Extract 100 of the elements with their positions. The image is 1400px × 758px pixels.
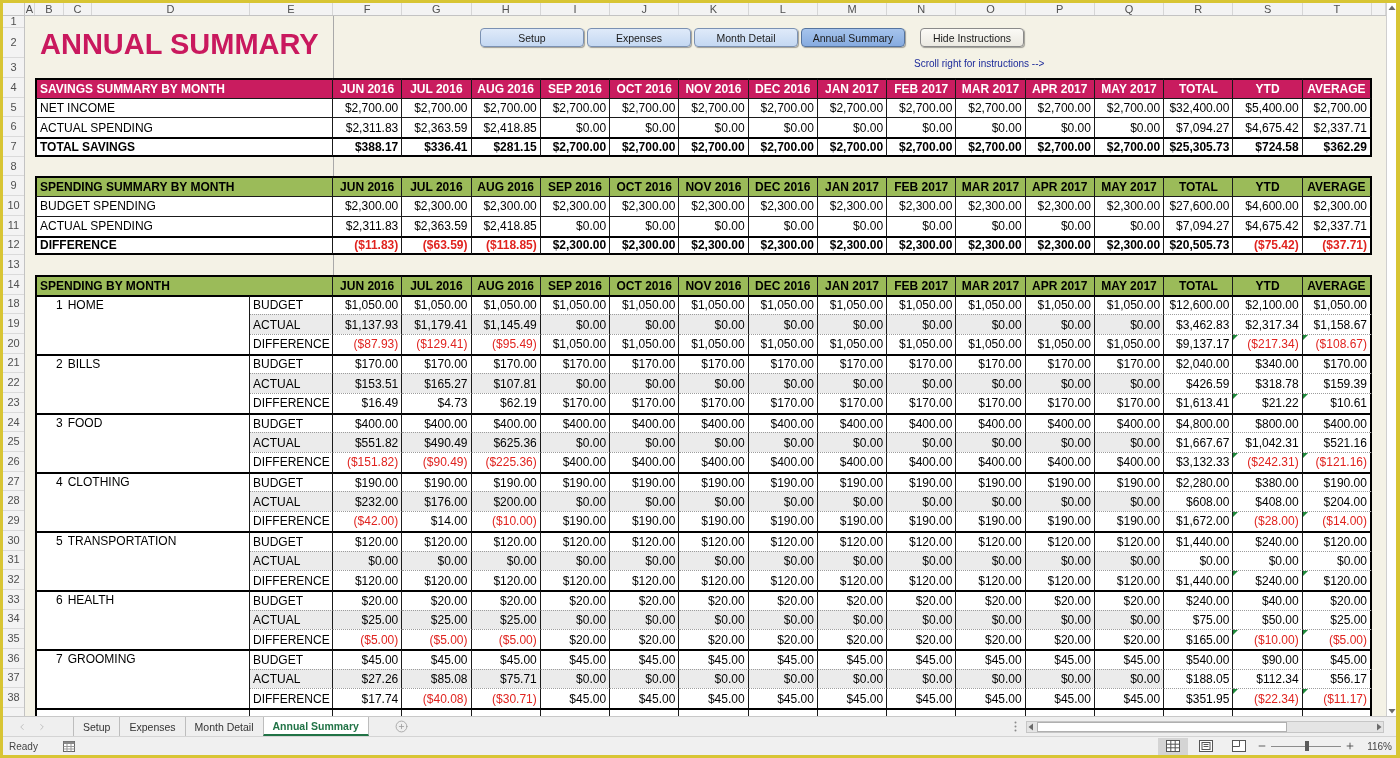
table-cell: $2,311.83 (333, 215, 403, 236)
table-cell: $2,700.00 (956, 97, 1026, 118)
horizontal-scrollbar[interactable] (1026, 720, 1384, 733)
table-cell: $45.00 (679, 688, 749, 708)
table-cell: $351.95 (1164, 688, 1234, 708)
table-cell: $0.00 (1233, 550, 1303, 571)
table-cell: $20.00 (956, 589, 1026, 610)
category-number: 2 (56, 355, 63, 373)
column-heading: JAN 2017 (817, 176, 888, 197)
row-label: ACTUAL (250, 491, 333, 512)
table-cell: $120.00 (333, 570, 403, 590)
row-number: 13 (3, 255, 24, 275)
column-heading: SEP 2016 (540, 78, 611, 98)
table-cell: $10.61 (1302, 393, 1372, 413)
caret-left-icon[interactable] (1027, 722, 1035, 731)
table-cell: $1,050.00 (956, 294, 1026, 315)
row-label: DIFFERENCE (250, 688, 333, 708)
column-header: J (610, 3, 680, 15)
column-heading: TOTAL (1164, 78, 1234, 98)
table-cell: $0.00 (887, 373, 957, 393)
table-cell: $2,300.00 (333, 196, 403, 216)
table-cell: $1,050.00 (402, 294, 472, 315)
instructions-note: Scroll right for instructions --> (914, 58, 1045, 70)
table-cell: $1,050.00 (679, 333, 749, 354)
table-cell: $0.00 (610, 550, 680, 571)
table-cell: $20.00 (610, 629, 680, 649)
row-number: 19 (3, 314, 24, 334)
category-name: HEALTH (67, 591, 115, 609)
table-cell: $388.17 (333, 137, 403, 157)
table-cell: ($5.00) (333, 629, 403, 649)
row-label: BUDGET (250, 589, 333, 610)
action-button[interactable]: Hide Instructions (920, 28, 1024, 47)
table-cell: $45.00 (748, 688, 818, 708)
sheet-tab[interactable]: Annual Summary (262, 717, 369, 736)
table-cell: $0.00 (610, 432, 680, 453)
column-heading: NOV 2016 (679, 176, 749, 197)
table-cell: ($242.31) (1233, 452, 1303, 472)
row-label: DIFFERENCE (250, 570, 333, 590)
row-label: ACTUAL (250, 550, 333, 571)
table-cell: $400.00 (887, 452, 957, 472)
plus-icon[interactable] (1345, 741, 1356, 751)
table-cell: $170.00 (748, 393, 818, 413)
caret-right-icon[interactable] (1375, 722, 1383, 731)
caret-up-icon[interactable] (1387, 4, 1396, 12)
vertical-scrollbar[interactable] (1386, 3, 1396, 716)
category-name: HOME (67, 296, 104, 314)
spreadsheet-icon[interactable] (62, 740, 75, 752)
table-title: SPENDING BY MONTH (35, 274, 333, 295)
table-cell: ($129.41) (402, 333, 472, 354)
table-cell: $165.00 (1164, 629, 1234, 649)
table-cell: $400.00 (887, 412, 957, 433)
table-cell: $204.00 (1302, 491, 1372, 512)
scrollbar-thumb[interactable] (1037, 721, 1287, 732)
table-cell: $240.00 (1233, 530, 1303, 551)
row-number: 32 (3, 570, 24, 590)
table-cell: $0.00 (817, 314, 888, 334)
table-cell: $45.00 (402, 648, 472, 669)
nav-button[interactable]: Month Detail (694, 28, 798, 47)
table-cell: $0.00 (887, 215, 957, 236)
nav-button[interactable]: Annual Summary (801, 28, 905, 47)
table-cell: ($28.00) (1233, 511, 1303, 531)
table-cell: $45.00 (817, 688, 888, 708)
table-cell: $2,300.00 (956, 196, 1026, 216)
table-cell: $0.00 (1094, 491, 1165, 512)
table-cell: $4.73 (402, 393, 472, 413)
nav-button[interactable]: Setup (480, 28, 584, 47)
table-cell: $25.00 (333, 609, 403, 630)
table-cell: $2,337.71 (1302, 117, 1372, 138)
column-heading: SEP 2016 (540, 274, 611, 295)
table-cell: $2,700.00 (887, 137, 957, 157)
table-cell: $120.00 (471, 570, 541, 590)
table-cell: $20.00 (610, 589, 680, 610)
column-header: S (1233, 3, 1303, 15)
table-cell: $400.00 (679, 452, 749, 472)
table-cell: $2,300.00 (471, 196, 541, 216)
status-text: Ready (8, 740, 38, 752)
table-cell: $281.15 (471, 137, 541, 157)
table-cell: $120.00 (679, 530, 749, 551)
view-button[interactable] (1158, 737, 1189, 755)
column-heading: DEC 2016 (748, 78, 818, 98)
row-label: ACTUAL (250, 668, 333, 689)
table-cell: $2,363.59 (402, 117, 472, 138)
table-cell: $107.81 (471, 373, 541, 393)
vertical-dots-icon[interactable] (1014, 721, 1017, 732)
nav-button[interactable]: Expenses (587, 28, 691, 47)
row-number: 36 (3, 648, 24, 669)
table-cell: $120.00 (333, 530, 403, 551)
table-cell: $170.00 (402, 353, 472, 374)
table-cell: $0.00 (956, 432, 1026, 453)
table-cell: $45.00 (887, 648, 957, 669)
table-cell: $0.00 (887, 314, 957, 334)
table-cell: $45.00 (887, 688, 957, 708)
table-cell: $521.16 (1302, 432, 1372, 453)
row-number: 22 (3, 373, 24, 393)
table-cell: $2,700.00 (1025, 137, 1095, 157)
table-cell: $1,179.41 (402, 314, 472, 334)
table-cell: $190.00 (1025, 511, 1095, 531)
table-cell: $25.00 (402, 609, 472, 630)
slider-thumb[interactable] (1304, 741, 1309, 751)
zoom-percentage[interactable]: 116% (1367, 740, 1396, 752)
